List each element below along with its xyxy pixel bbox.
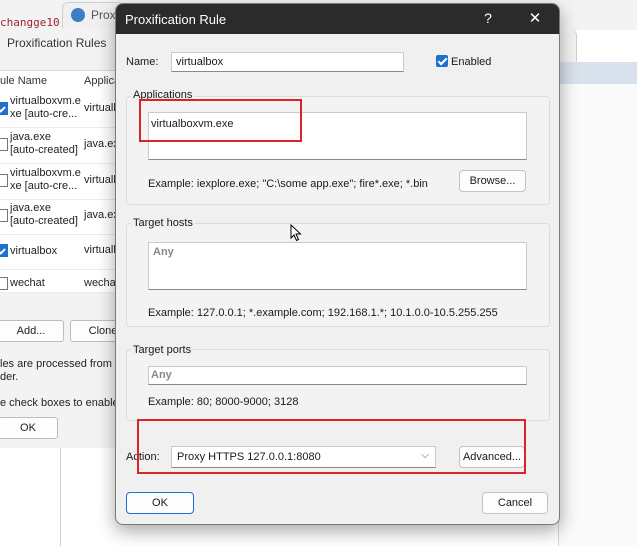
mouse-cursor-icon — [290, 224, 302, 242]
target-hosts-title: Target hosts — [131, 217, 195, 229]
column-rule-name[interactable]: ule Name — [0, 75, 47, 87]
applications-example: Example: iexplore.exe; "C:\some app.exe"… — [148, 178, 428, 190]
target-ports-group — [126, 349, 550, 421]
background-right-header — [558, 62, 637, 84]
proxifier-logo-icon — [71, 8, 85, 22]
rule-checkbox[interactable] — [0, 244, 8, 257]
annotation-box-applications — [139, 99, 302, 142]
rule-checkbox[interactable] — [0, 138, 8, 151]
annotation-box-action — [137, 419, 526, 474]
rules-note-checkboxes: e check boxes to enable/d — [0, 397, 128, 409]
rule-row[interactable]: java.exe [auto-created] java.ex — [0, 199, 130, 235]
rule-row[interactable]: wechat wechat — [0, 270, 130, 293]
rules-window-title: Proxification Rules — [7, 36, 107, 50]
rules-table-header: ule Name Applica — [0, 70, 130, 94]
close-icon[interactable]: ✕ — [524, 9, 546, 27]
enabled-label: Enabled — [451, 56, 492, 68]
rule-name: virtualbox — [10, 245, 58, 257]
background-bottom-area — [0, 448, 130, 546]
rule-row[interactable]: virtualbox virtualb — [0, 234, 130, 270]
rule-name-input[interactable]: virtualbox — [171, 52, 404, 72]
rule-checkbox[interactable] — [0, 209, 8, 222]
cancel-button[interactable]: Cancel — [482, 492, 548, 514]
rules-window: Proxification Rules ule Name Applica vir… — [0, 28, 136, 448]
rule-name: java.exe [auto-created] — [10, 131, 78, 156]
rules-ok-button[interactable]: OK — [0, 417, 58, 439]
rule-row[interactable]: java.exe [auto-created] java.ex — [0, 128, 130, 164]
help-icon[interactable]: ? — [478, 10, 498, 26]
dialog-title: Proxification Rule — [125, 12, 227, 27]
ok-button[interactable]: OK — [126, 492, 194, 514]
name-label: Name: — [126, 56, 159, 68]
target-hosts-example: Example: 127.0.0.1; *.example.com; 192.1… — [148, 307, 498, 319]
dialog-titlebar[interactable]: Proxification Rule ? ✕ — [116, 4, 559, 34]
background-right-panel — [558, 84, 637, 546]
background-divider — [60, 448, 61, 546]
add-rule-button[interactable]: Add... — [0, 320, 64, 342]
rule-name: virtualboxvm.e xe [auto-cre... — [10, 167, 81, 192]
rule-checkbox[interactable] — [0, 277, 8, 290]
rule-checkbox[interactable] — [0, 102, 8, 115]
rule-row[interactable]: virtualboxvm.e xe [auto-cre... virtualb — [0, 164, 130, 200]
rule-checkbox[interactable] — [0, 174, 8, 187]
rules-note-line2: der. — [0, 371, 19, 383]
target-hosts-input[interactable]: Any — [148, 242, 527, 290]
rules-list: virtualboxvm.e xe [auto-cre... virtualb … — [0, 92, 130, 293]
rule-row[interactable]: virtualboxvm.e xe [auto-cre... virtualb — [0, 92, 130, 128]
rules-note-line1: les are processed from to — [0, 358, 125, 370]
rule-name: wechat — [10, 277, 45, 289]
rule-app: wechat — [84, 277, 119, 289]
target-ports-title: Target ports — [131, 344, 194, 356]
target-ports-input[interactable]: Any — [148, 366, 527, 385]
rule-name: java.exe [auto-created] — [10, 202, 78, 227]
rule-app: java.ex — [84, 209, 119, 221]
enabled-checkbox[interactable] — [436, 55, 448, 67]
rule-app: java.ex — [84, 138, 119, 150]
rule-name: virtualboxvm.e xe [auto-cre... — [10, 95, 81, 120]
target-ports-example: Example: 80; 8000-9000; 3128 — [148, 396, 299, 408]
browse-button[interactable]: Browse... — [459, 170, 526, 192]
